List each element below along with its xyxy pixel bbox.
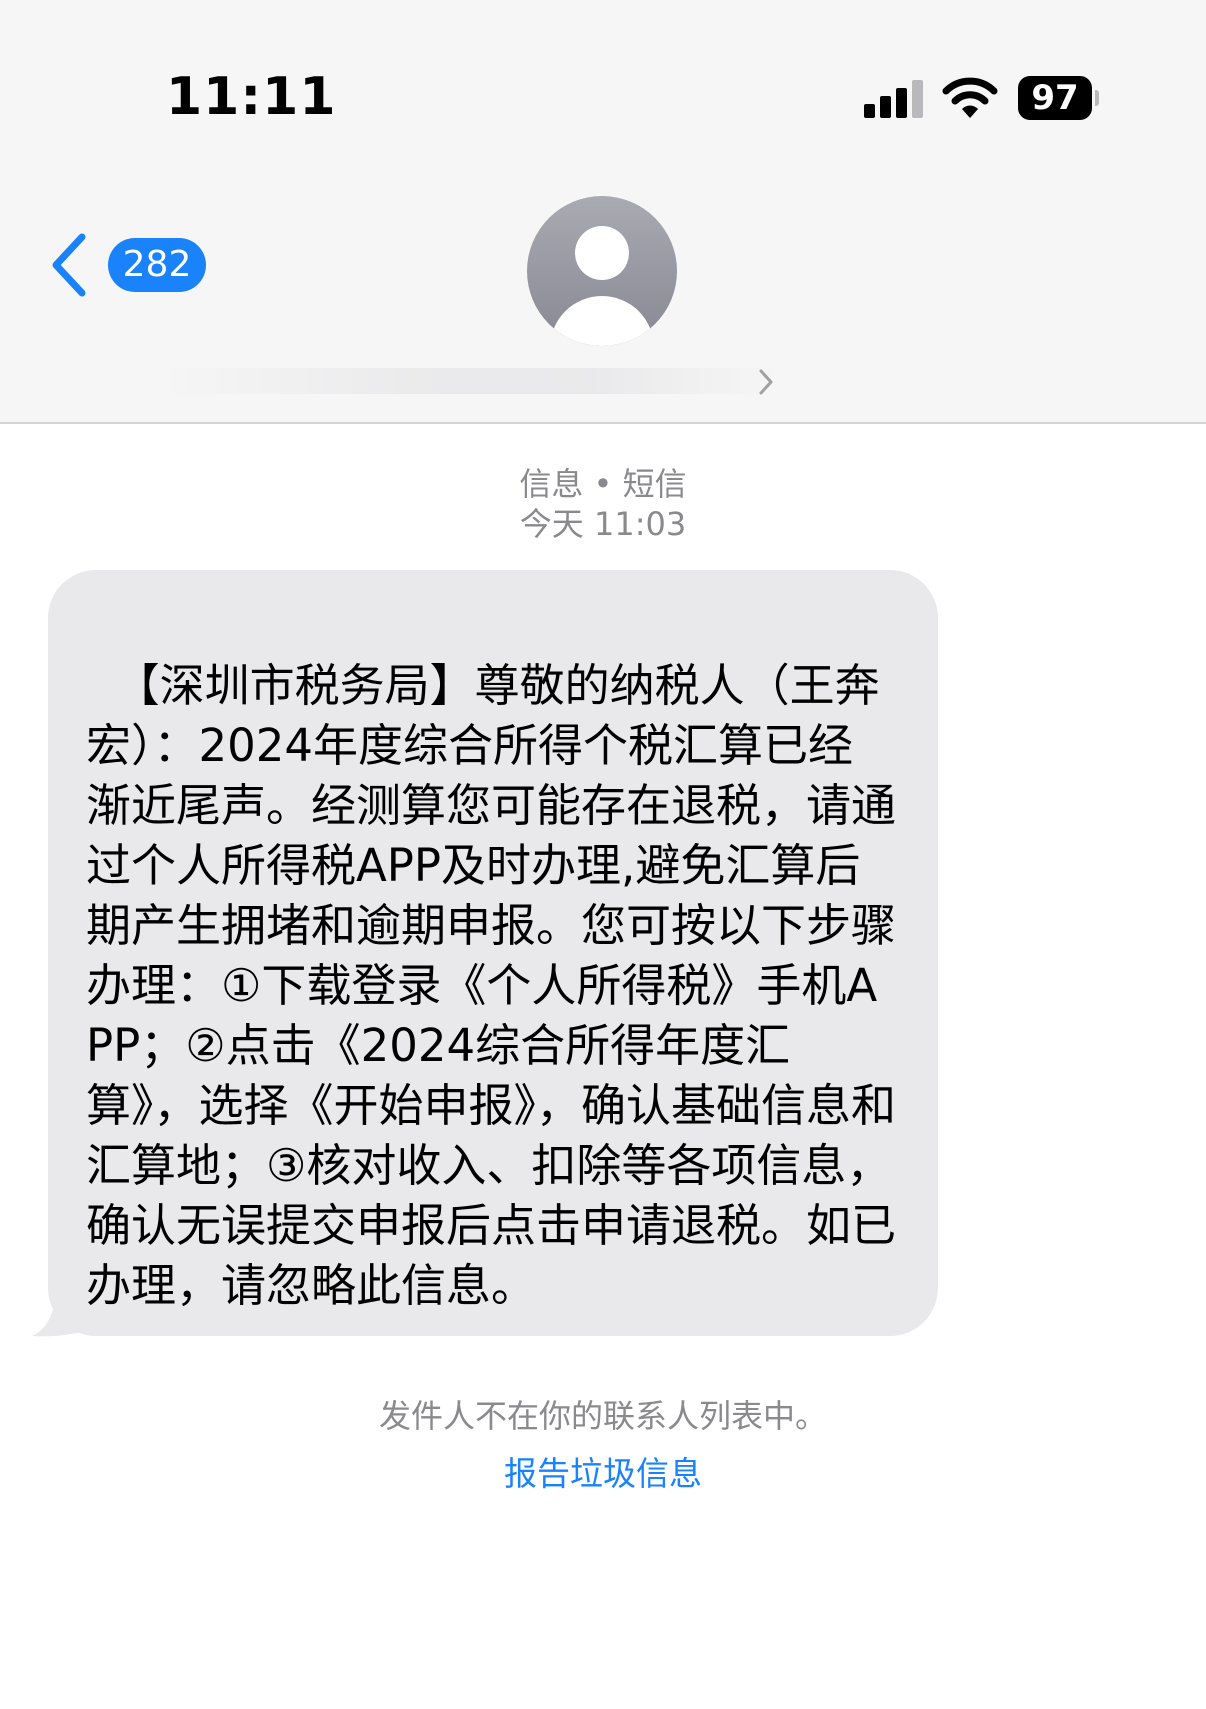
status-bar-time: 11:11 [166,67,337,127]
wifi-icon [942,77,998,118]
person-placeholder-icon[interactable] [527,196,677,346]
incoming-message-bubble[interactable]: 【深圳市税务局】尊敬的纳税人（王奔宏）：2024年度综合所得个税汇算已经渐近尾声… [48,570,938,1336]
cellular-signal-icon [864,80,924,118]
avatar-head [575,226,629,280]
chevron-right-icon[interactable] [758,368,774,396]
message-timestamp: 今天 11:03 [519,505,687,543]
message-text: 【深圳市税务局】尊敬的纳税人（王奔宏）：2024年度综合所得个税汇算已经渐近尾声… [86,659,897,1312]
report-junk-label[interactable]: 报告垃圾信息 [504,1454,702,1493]
report-junk-link[interactable]: 报告垃圾信息 [0,1452,1206,1496]
battery-tip [1095,90,1099,106]
service-label: 信息 • 短信 [519,465,687,503]
avatar-shoulders [550,296,654,346]
battery-icon: 97 [1018,76,1099,120]
back-unread-count-badge[interactable]: 282 [108,238,206,292]
unknown-sender-notice: 发件人不在你的联系人列表中。 [378,1397,827,1435]
conversation-header: 11:11 97 282 [0,0,1206,424]
chevron-left-icon[interactable] [48,232,90,298]
contact-name-redacted[interactable] [160,368,780,394]
battery-level: 97 [1018,76,1092,120]
